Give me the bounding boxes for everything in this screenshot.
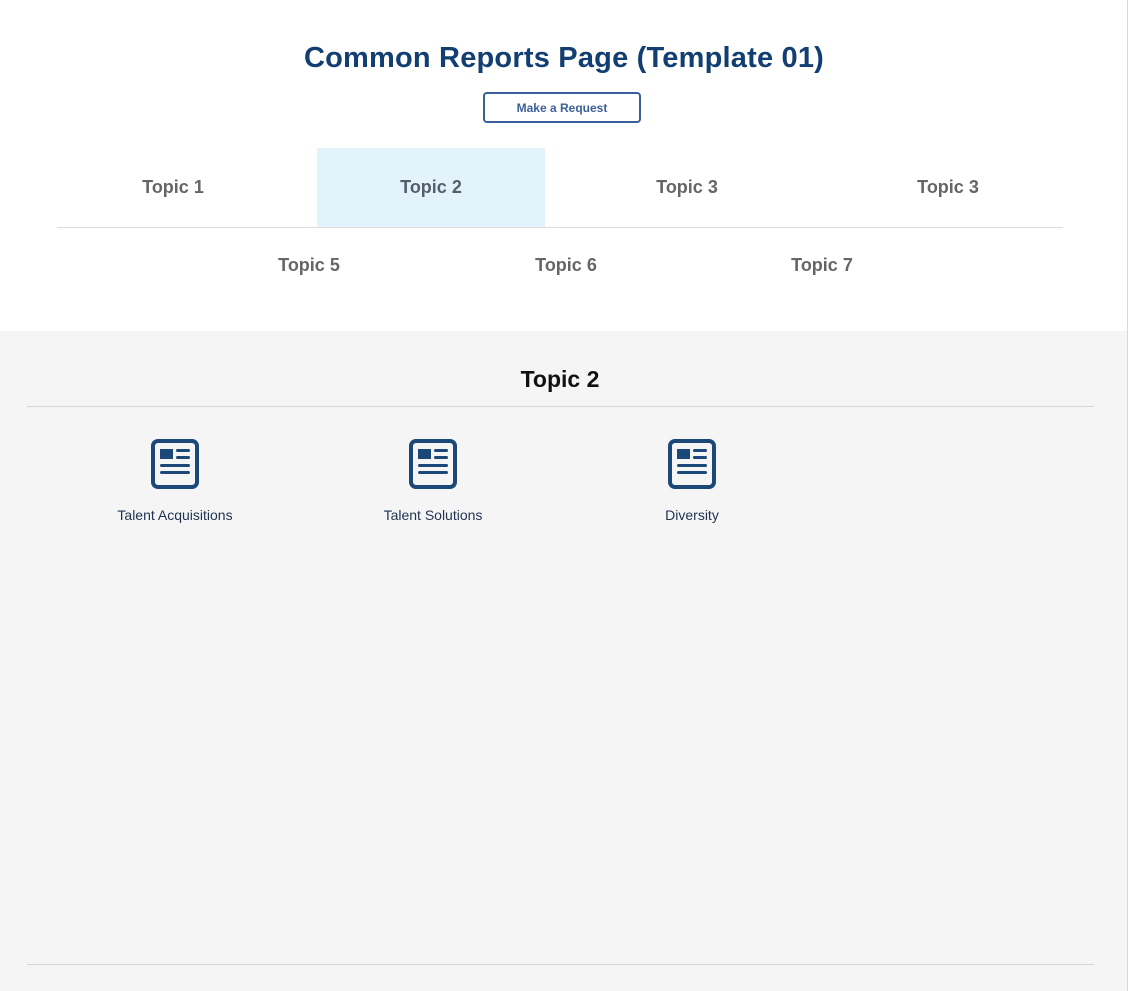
tab-topic-2[interactable]: Topic 2	[317, 148, 545, 227]
page-header: Common Reports Page (Template 01) Make a…	[0, 0, 1127, 331]
tab-topic-3-second[interactable]: Topic 3	[834, 148, 1062, 227]
tab-topic-7[interactable]: Topic 7	[708, 226, 936, 305]
report-talent-solutions[interactable]: Talent Solutions	[343, 439, 523, 523]
tab-topic-6[interactable]: Topic 6	[452, 226, 680, 305]
report-label: Talent Solutions	[383, 507, 483, 523]
page: Common Reports Page (Template 01) Make a…	[0, 0, 1128, 991]
section-title: Topic 2	[520, 366, 600, 392]
page-title: Common Reports Page (Template 01)	[303, 42, 825, 74]
tab-topic-5[interactable]: Topic 5	[195, 226, 423, 305]
report-label: Diversity	[665, 507, 719, 523]
tab-topic-3[interactable]: Topic 3	[573, 148, 801, 227]
report-label: Talent Acquisitions	[117, 507, 233, 523]
tab-topic-1[interactable]: Topic 1	[57, 148, 289, 227]
report-document-icon	[151, 439, 199, 489]
report-document-icon	[409, 439, 457, 489]
report-diversity[interactable]: Diversity	[602, 439, 782, 523]
report-document-icon	[668, 439, 716, 489]
make-request-button[interactable]: Make a Request	[483, 92, 641, 123]
section-divider	[27, 406, 1094, 407]
topic-content-panel: Topic 2 Talent Acquisitions Talent Solut…	[0, 331, 1127, 991]
report-talent-acquisitions[interactable]: Talent Acquisitions	[85, 439, 265, 523]
bottom-divider	[27, 964, 1094, 965]
